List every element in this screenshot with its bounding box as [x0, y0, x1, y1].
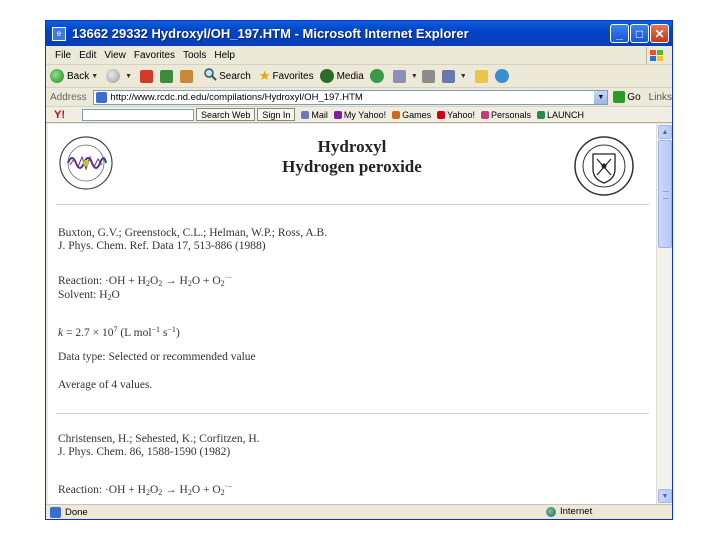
address-url: http://www.rcdc.nd.edu/compilations/Hydr… [110, 91, 363, 103]
my-yahoo-link[interactable]: My Yahoo! [333, 110, 386, 120]
forward-arrow-icon [106, 69, 121, 83]
search-web-button[interactable]: Search Web [196, 108, 256, 121]
media-icon [319, 69, 334, 83]
messenger-button[interactable] [494, 69, 512, 83]
links-button[interactable]: Links [649, 92, 672, 103]
search-icon [204, 68, 217, 84]
entry1-journal: J. Phys. Chem. Ref. Data 17, 513-886 (19… [58, 240, 266, 252]
chevron-down-icon: ▼ [459, 72, 467, 80]
chevron-down-icon: ▼ [125, 72, 133, 80]
entry2-authors: Christensen, H.; Sehested, K.; Corfitzen… [58, 433, 260, 445]
close-button[interactable]: ✕ [650, 24, 669, 43]
entry1-solvent: Solvent: H2O [58, 289, 120, 302]
refresh-icon [160, 69, 174, 83]
history-icon [369, 69, 384, 83]
maximize-button[interactable]: □ [630, 24, 649, 43]
page-heading: Hydroxyl Hydrogen peroxide [282, 137, 422, 176]
minimize-button[interactable]: _ [610, 24, 629, 43]
windows-flag-icon [646, 47, 666, 64]
history-button[interactable] [369, 69, 387, 83]
favorites-button[interactable]: ★ Favorites [259, 68, 314, 84]
scroll-down-icon[interactable]: ▼ [658, 489, 672, 503]
print-icon [421, 69, 435, 83]
address-label: Address [50, 91, 87, 103]
my-yahoo-icon [333, 110, 342, 119]
print-button[interactable] [421, 69, 438, 83]
globe-icon [546, 506, 556, 517]
mail-button[interactable]: ▼ [392, 69, 418, 83]
stop-button[interactable] [140, 69, 156, 83]
divider [56, 204, 649, 205]
games-link[interactable]: Games [392, 110, 431, 120]
window-title: 13662 29332 Hydroxyl/OH_197.HTM - Micros… [72, 26, 469, 41]
menu-tools[interactable]: Tools [183, 50, 206, 61]
address-bar: Address http://www.rcdc.nd.edu/compilati… [46, 88, 672, 107]
yahoo-search-input[interactable] [82, 108, 194, 121]
stop-icon [140, 69, 154, 83]
personals-icon [480, 110, 489, 119]
refresh-button[interactable] [160, 69, 176, 83]
star-icon: ★ [258, 68, 271, 83]
scroll-thumb[interactable] [658, 140, 672, 248]
yahoo-link[interactable]: Yahoo! [437, 110, 475, 120]
address-input[interactable]: http://www.rcdc.nd.edu/compilations/Hydr… [93, 89, 609, 105]
page-content[interactable]: Hydroxyl Hydrogen peroxide Buxton, G.V.;… [48, 124, 656, 504]
folder-button[interactable] [474, 69, 491, 83]
vertical-scrollbar[interactable]: ▲ ▼ [656, 124, 672, 504]
page-icon [96, 91, 108, 103]
yahoo-icon [437, 110, 446, 119]
browser-window: e 13662 29332 Hydroxyl/OH_197.HTM - Micr… [45, 20, 673, 520]
mail-icon [301, 110, 310, 119]
menu-favorites[interactable]: Favorites [134, 50, 175, 61]
home-icon [180, 69, 194, 83]
entry2-journal: J. Phys. Chem. 86, 1588-1590 (1982) [58, 446, 231, 458]
entry2-reaction: Reaction: ·OH + H2O2 → H2O + O2·− [58, 482, 232, 497]
security-zone: Internet [546, 506, 592, 517]
yahoo-mail-link[interactable]: Mail [301, 110, 328, 120]
back-button[interactable]: Back ▼ [50, 69, 98, 83]
mail-icon [392, 69, 406, 83]
status-text: Done [65, 507, 88, 518]
ie-page-icon: e [52, 26, 66, 41]
entry1-reaction: Reaction: ·OH + H2O2 → H2O + O2·− [58, 273, 232, 288]
entry1-data-type: Data type: Selected or recommended value [58, 351, 256, 363]
page-icon [50, 507, 61, 518]
chevron-down-icon: ▼ [410, 72, 418, 80]
go-button[interactable]: Go [613, 91, 641, 103]
grip-icon [663, 191, 669, 199]
media-button[interactable]: Media [319, 69, 364, 83]
menu-help[interactable]: Help [214, 50, 235, 61]
yahoo-toolbar: Y! Search Web Sign In Mail My Yahoo! Gam… [46, 107, 672, 123]
launch-icon [537, 110, 546, 119]
games-icon [392, 110, 401, 119]
forward-button[interactable]: ▼ [106, 69, 132, 83]
scroll-up-icon[interactable]: ▲ [658, 125, 672, 139]
entry1-authors: Buxton, G.V.; Greenstock, C.L.; Helman, … [58, 227, 328, 239]
folder-icon [474, 69, 488, 83]
back-arrow-icon [50, 69, 64, 83]
divider [56, 413, 649, 414]
launch-link[interactable]: LAUNCH [537, 110, 584, 120]
menu-bar: File Edit View Favorites Tools Help [46, 46, 672, 65]
chevron-down-icon[interactable]: ▼ [594, 90, 608, 104]
menu-view[interactable]: View [104, 50, 126, 61]
personals-link[interactable]: Personals [480, 110, 531, 120]
yahoo-logo[interactable]: Y! [54, 109, 82, 121]
edit-button[interactable]: ▼ [441, 69, 467, 83]
entry1-rate-constant: k = 2.7 × 107 (L mol−1 s−1) [58, 325, 180, 339]
university-seal-icon [573, 135, 635, 197]
status-bar: Done Internet [46, 504, 672, 519]
home-button[interactable] [180, 69, 196, 83]
edit-icon [441, 69, 455, 83]
go-arrow-icon [613, 91, 626, 103]
messenger-icon [494, 69, 509, 83]
search-button[interactable]: Search [204, 68, 251, 84]
chevron-down-icon: ▼ [91, 72, 99, 80]
standard-toolbar: Back ▼ ▼ Search ★ Favorites Media ▼ ▼ [46, 65, 672, 88]
entry1-average: Average of 4 values. [58, 379, 153, 391]
title-bar[interactable]: e 13662 29332 Hydroxyl/OH_197.HTM - Micr… [46, 21, 672, 46]
menu-edit[interactable]: Edit [79, 50, 96, 61]
menu-file[interactable]: File [55, 50, 71, 61]
sign-in-button[interactable]: Sign In [257, 108, 296, 121]
